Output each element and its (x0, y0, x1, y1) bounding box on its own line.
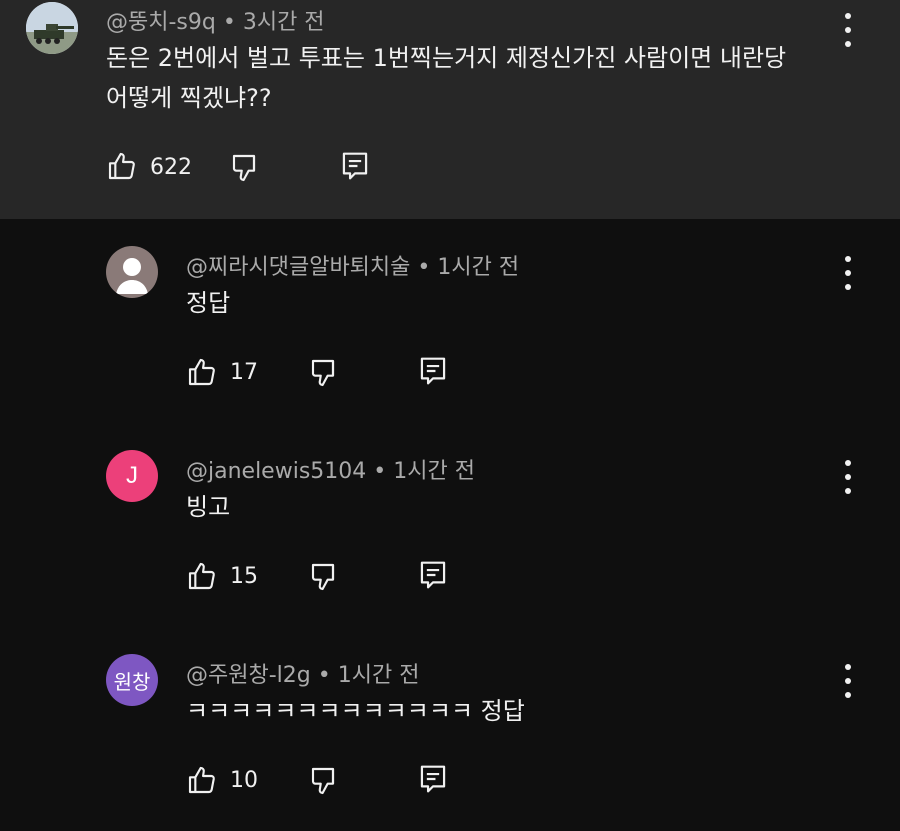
comment-line: 돈은 2번에서 벌고 투표는 1번찍는거지 제정신가진 사람이면 내란당 (106, 44, 787, 72)
like-count: 622 (150, 155, 192, 180)
more-vertical-icon[interactable] (838, 10, 858, 50)
reply-comment: 원창 @주원창-l2g • 1시간 전 ㅋㅋㅋㅋㅋㅋㅋㅋㅋㅋㅋㅋㅋ 정답 10 (0, 627, 900, 831)
default-person-icon (116, 258, 148, 294)
thumbs-down-icon[interactable] (309, 561, 341, 593)
thumbs-up-icon[interactable] (106, 150, 138, 182)
thumbs-down-icon[interactable] (309, 357, 341, 389)
cannon-photo-icon (26, 2, 78, 54)
thumbs-down-icon[interactable] (309, 765, 341, 797)
parent-comment: @뚱치-s9q • 3시간 전 돈은 2번에서 벌고 투표는 1번찍는거지 제정… (0, 0, 900, 219)
comment-time[interactable]: 3시간 전 (243, 10, 325, 35)
comment-time[interactable]: 1시간 전 (437, 255, 519, 280)
reply-comment: J @janelewis5104 • 1시간 전 빙고 15 (0, 423, 900, 627)
comment-meta: @janelewis5104 • 1시간 전 (186, 453, 475, 485)
reply-icon[interactable] (418, 355, 448, 387)
comment-meta: @주원창-l2g • 1시간 전 (186, 657, 419, 689)
like-count: 17 (230, 360, 258, 385)
author-name[interactable]: @주원창-l2g (186, 663, 311, 688)
like-count: 10 (230, 768, 258, 793)
comment-time[interactable]: 1시간 전 (393, 459, 475, 484)
meta-separator: • (222, 10, 236, 35)
avatar-letter: J (126, 462, 138, 489)
meta-separator: • (417, 255, 431, 280)
more-vertical-icon[interactable] (838, 253, 858, 293)
avatar[interactable]: J (106, 450, 158, 502)
thumbs-up-icon[interactable] (186, 356, 218, 388)
meta-separator: • (317, 663, 331, 688)
avatar-letter: 원창 (113, 671, 151, 694)
author-name[interactable]: @찌라시댓글알바퇴치술 (186, 255, 410, 280)
reply-icon[interactable] (340, 150, 370, 182)
comment-text: 정답 (186, 283, 230, 323)
thumbs-up-icon[interactable] (186, 560, 218, 592)
like-count: 15 (230, 564, 258, 589)
reply-comment: @찌라시댓글알바퇴치술 • 1시간 전 정답 17 (0, 219, 900, 423)
comment-line: ㅋㅋㅋㅋㅋㅋㅋㅋㅋㅋㅋㅋㅋ 정답 (186, 697, 525, 725)
more-vertical-icon[interactable] (838, 457, 858, 497)
comment-meta: @찌라시댓글알바퇴치술 • 1시간 전 (186, 249, 519, 281)
comment-text: ㅋㅋㅋㅋㅋㅋㅋㅋㅋㅋㅋㅋㅋ 정답 (186, 691, 525, 731)
comment-time[interactable]: 1시간 전 (338, 663, 420, 688)
comment-text: 빙고 (186, 487, 230, 527)
thumbs-up-icon[interactable] (186, 764, 218, 796)
author-name[interactable]: @janelewis5104 (186, 459, 366, 484)
comment-meta: @뚱치-s9q • 3시간 전 (106, 4, 325, 36)
comment-line: 정답 (186, 289, 231, 317)
reply-icon[interactable] (418, 559, 448, 591)
author-name[interactable]: @뚱치-s9q (106, 10, 216, 35)
comment-line: 어떻게 찍겠냐?? (106, 84, 272, 112)
reply-icon[interactable] (418, 763, 448, 795)
avatar[interactable] (106, 246, 158, 298)
avatar[interactable]: 원창 (106, 654, 158, 706)
meta-separator: • (373, 459, 387, 484)
avatar[interactable] (26, 2, 78, 54)
thumbs-down-icon[interactable] (230, 152, 262, 184)
comment-text: 돈은 2번에서 벌고 투표는 1번찍는거지 제정신가진 사람이면 내란당 어떻게… (106, 38, 786, 118)
comment-line: 빙고 (186, 493, 231, 521)
more-vertical-icon[interactable] (838, 661, 858, 701)
